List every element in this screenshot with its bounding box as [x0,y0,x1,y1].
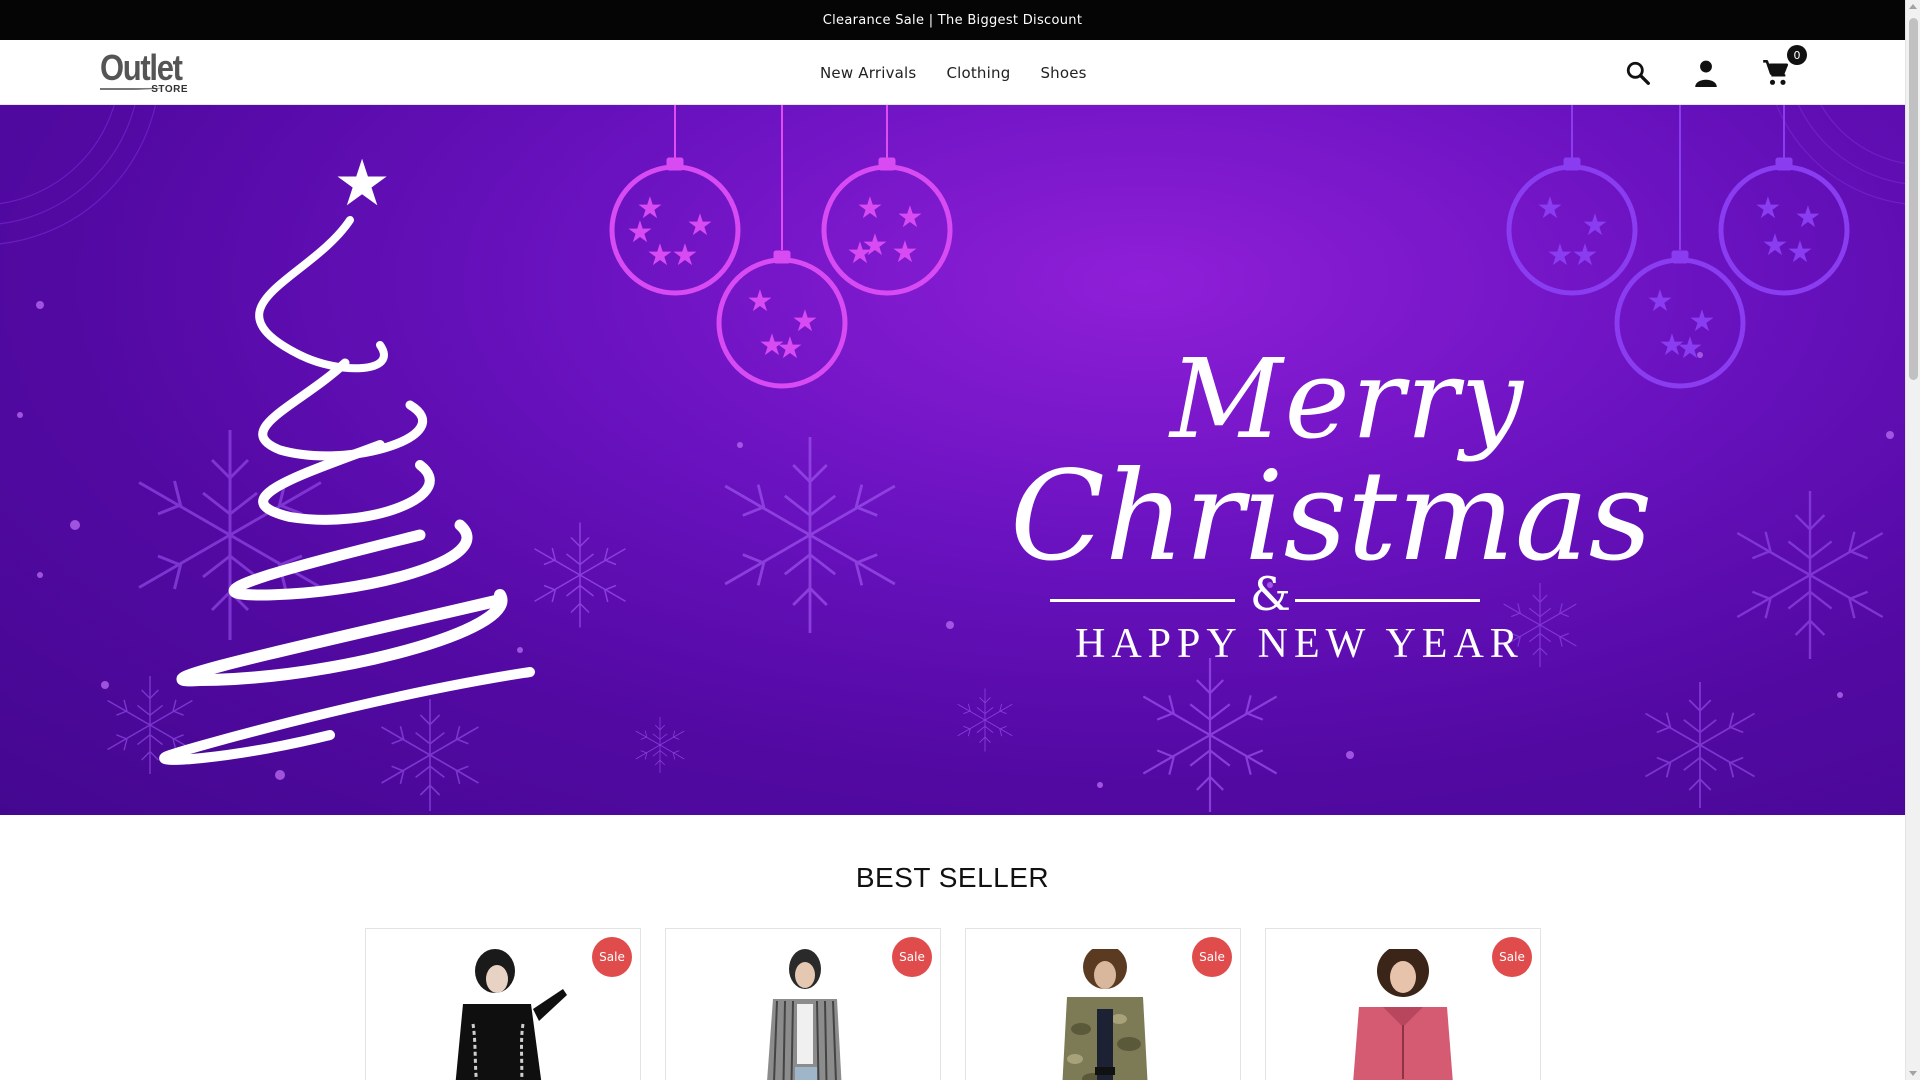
product-image-striped-shirt [767,949,842,1080]
logo-text: Outlet [100,47,183,88]
svg-text:★: ★ [1795,200,1822,235]
product-card[interactable]: Sale [665,928,941,1080]
account-button[interactable] [1691,58,1721,88]
cart-button[interactable] [1761,58,1791,88]
svg-text:★: ★ [1762,228,1789,263]
main-nav: New Arrivals Clothing Shoes [820,40,1087,105]
product-card[interactable]: Sale [965,928,1241,1080]
sale-badge: Sale [592,937,632,977]
svg-text:★: ★ [897,200,924,235]
nav-shoes[interactable]: Shoes [1040,64,1086,82]
hero-title-christmas: Christmas [1010,445,1653,589]
nav-new-arrivals[interactable]: New Arrivals [820,64,916,82]
site-header: Outlet STORE New Arrivals Clothing Shoes [0,40,1905,105]
nav-clothing[interactable]: Clothing [946,64,1010,82]
scroll-up-arrow[interactable] [1909,4,1917,9]
svg-text:★: ★ [1755,191,1782,226]
sale-badge: Sale [892,937,932,977]
hero-banner[interactable]: ★ ★ ★ ★ ★ ★ ★ ★ ★ ★ ★ ★ ★ ★ ★ ★ ★ ★ ★ ★ ★ ★ ★ ★ ★ ★ [0,105,1905,815]
announcement-bar: Clearance Sale | The Biggest Discount [0,0,1905,40]
svg-text:★: ★ [627,215,654,250]
product-image-black-cardigan [455,949,567,1080]
hero-divider-left [1050,599,1235,602]
scroll-thumb[interactable] [1909,18,1918,380]
page-scrollbar[interactable] [1905,0,1920,1080]
sale-badge: Sale [1192,937,1232,977]
svg-text:★: ★ [747,284,774,319]
cart-icon [1763,60,1789,85]
product-card[interactable]: Sale [1265,928,1541,1080]
svg-text:★: ★ [1547,238,1574,273]
logo-subtext: STORE [151,84,188,95]
hero-divider-right [1295,599,1480,602]
svg-text:★: ★ [892,235,919,270]
hero-title-merry: Merry [1170,335,1526,463]
search-icon [1626,61,1650,85]
svg-text:★: ★ [1787,235,1814,270]
cart-count-badge: 0 [1787,45,1807,65]
product-image-pink-fleece [1353,949,1453,1080]
svg-text:★: ★ [1572,238,1599,273]
product-card[interactable]: Sale [365,928,641,1080]
account-icon [1695,60,1717,87]
svg-text:★: ★ [1537,191,1564,226]
svg-text:★: ★ [672,238,699,273]
product-grid: Sale Sale Sale Sale [365,928,1541,1080]
scroll-down-arrow[interactable] [1909,1071,1917,1076]
hero-subtitle: HAPPY NEW YEAR [1075,621,1524,667]
svg-text:★: ★ [857,191,884,226]
svg-text:★: ★ [777,331,804,366]
store-logo[interactable]: Outlet STORE [100,50,192,96]
svg-text:★: ★ [1647,284,1674,319]
search-button[interactable] [1623,58,1653,88]
svg-text:★: ★ [1677,331,1704,366]
announcement-text: Clearance Sale | The Biggest Discount [822,12,1083,28]
svg-text:★: ★ [333,147,390,221]
product-image-camo-jacket [1062,949,1148,1080]
sale-badge: Sale [1492,937,1532,977]
svg-text:★: ★ [847,236,874,271]
best-seller-title: BEST SELLER [855,862,1050,893]
hero-ampersand: & [1250,567,1291,621]
